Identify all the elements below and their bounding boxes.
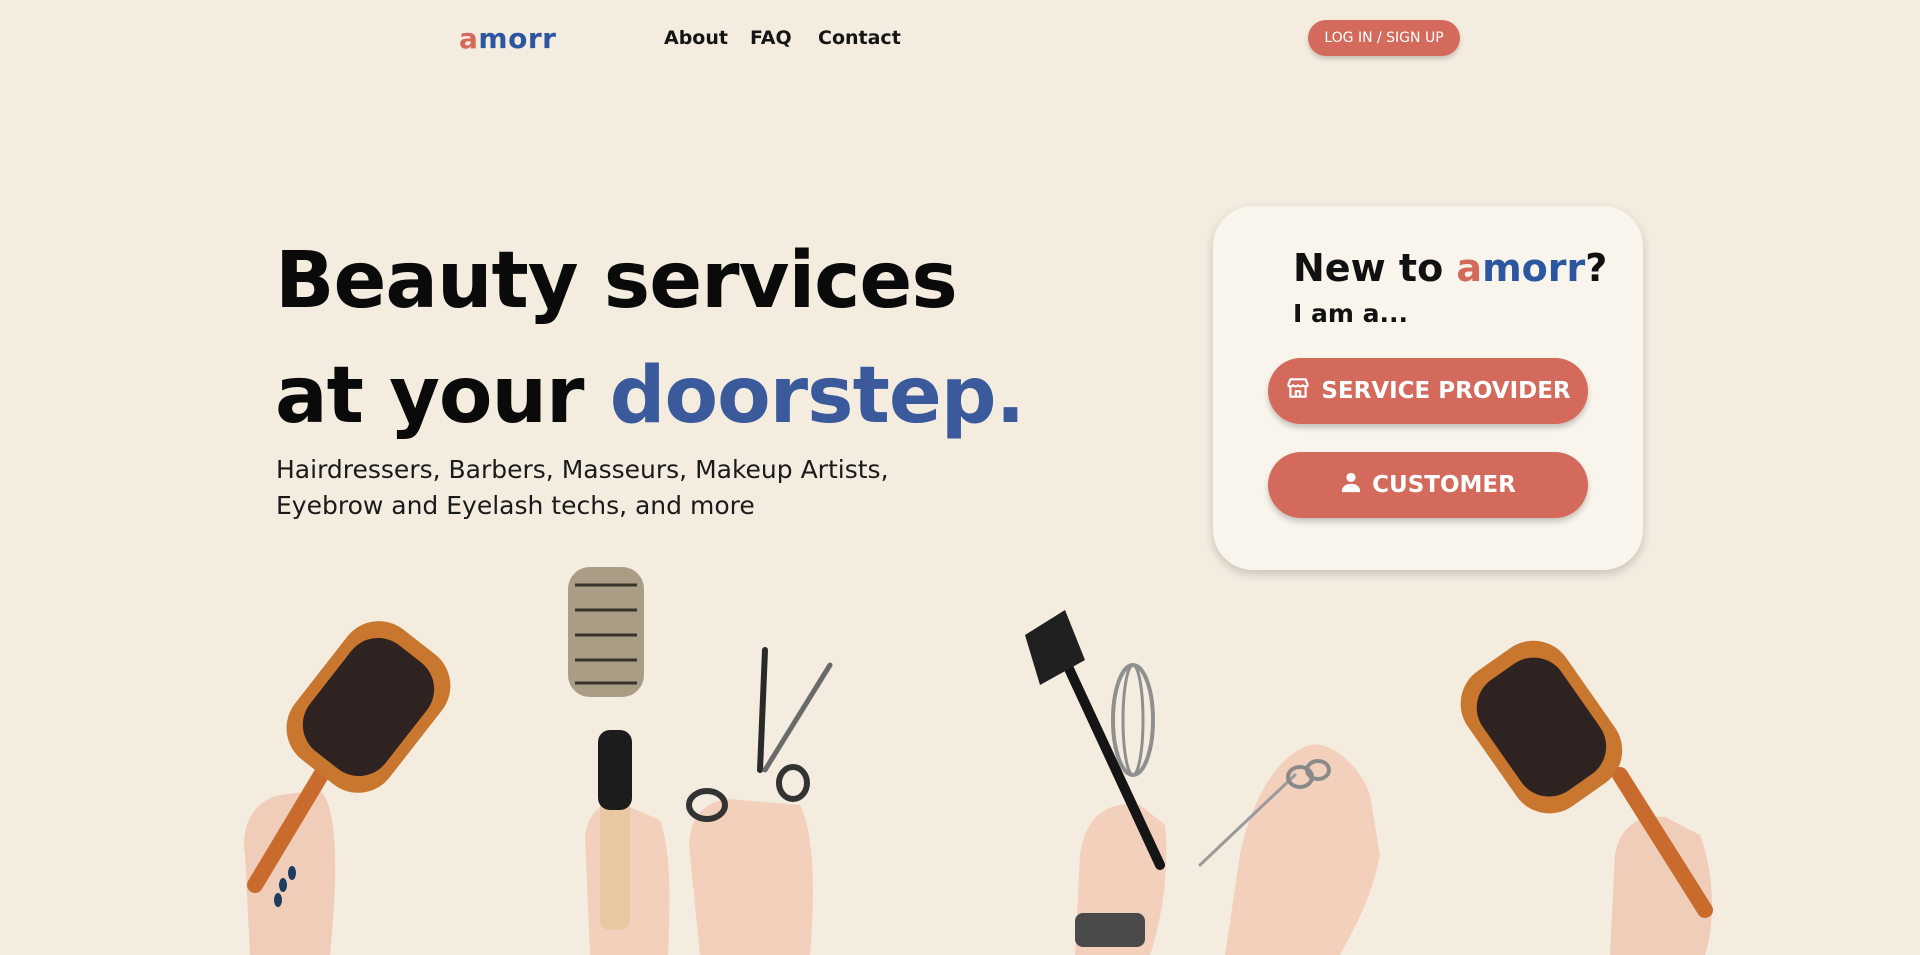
person-icon [1340,470,1362,500]
card-title-prefix: New to [1293,246,1457,290]
nav-link-faq[interactable]: FAQ [750,27,792,49]
card-title-suffix: ? [1585,246,1608,290]
service-provider-button[interactable]: SERVICE PROVIDER [1268,358,1588,424]
hand-paddle-brush-right [1460,640,1713,955]
hand-tint-brush-whisk [1025,610,1167,955]
hand-round-brush [568,567,670,955]
storefront-icon [1285,375,1311,407]
logo-letter-a: a [459,22,479,55]
hero-subtitle-line2: Eyebrow and Eyelash techs, and more [276,491,755,520]
card-subtitle: I am a... [1293,299,1408,328]
customer-label: CUSTOMER [1372,472,1516,498]
hand-scissors [686,647,833,955]
customer-button[interactable]: CUSTOMER [1268,452,1588,518]
logo-text: morr [478,22,557,55]
nav-link-about[interactable]: About [664,27,728,49]
card-brand-letter-a: a [1456,246,1483,290]
signup-role-card: New to amorr? I am a... SERVICE PROVIDER… [1213,206,1643,570]
service-provider-label: SERVICE PROVIDER [1321,378,1571,404]
beauty-tools-illustration [244,567,1713,955]
card-title: New to amorr? [1293,246,1607,290]
hero-headline-prefix: at your [275,351,610,441]
hero-headline-accent: doorstep. [609,351,1026,441]
card-brand-rest: morr [1482,246,1586,290]
hero-headline-line1: Beauty services [275,236,958,326]
nav-link-contact[interactable]: Contact [818,27,901,49]
hand-paddle-brush-left [244,621,451,955]
hero-subtitle-line1: Hairdressers, Barbers, Masseurs, Makeup … [276,455,889,484]
hand-small-scissors [1198,744,1380,955]
hero-headline-line2: at your doorstep. [275,357,1025,435]
login-signup-button[interactable]: LOG IN / SIGN UP [1308,20,1460,56]
brand-logo[interactable]: amorr [459,22,556,55]
